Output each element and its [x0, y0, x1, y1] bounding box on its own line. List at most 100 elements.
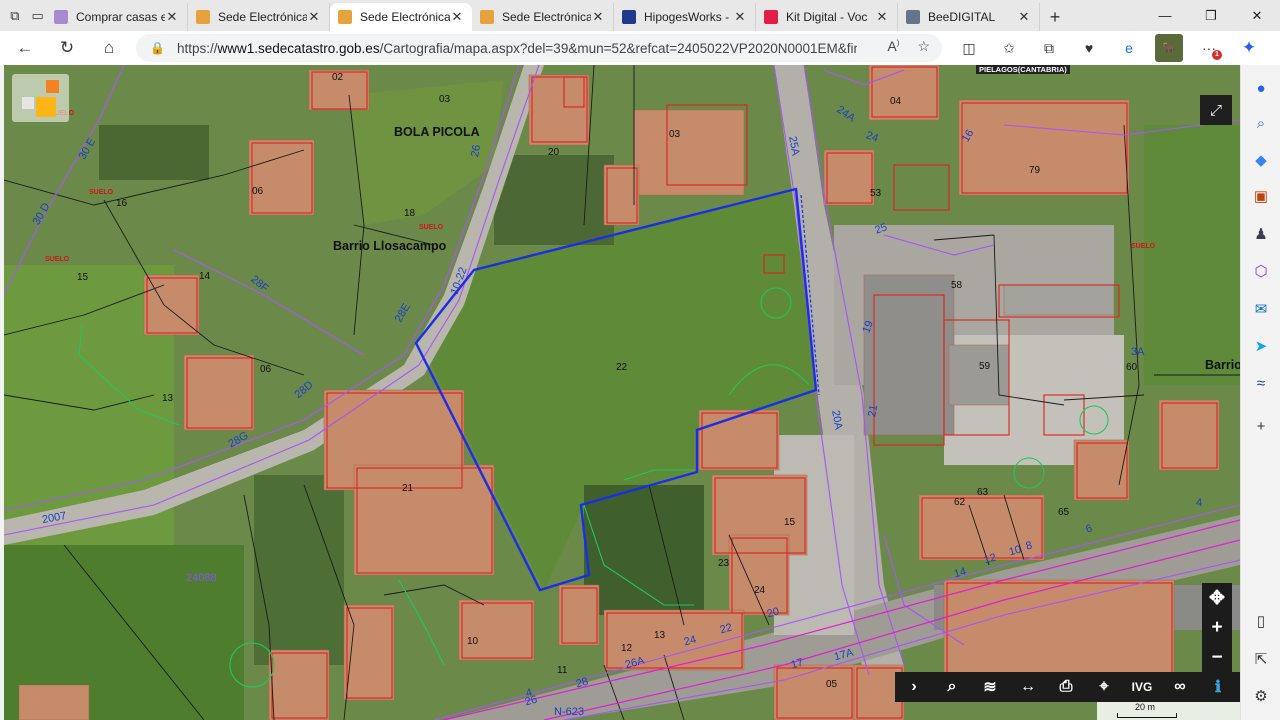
tab-favicon-icon	[54, 10, 68, 24]
minimize-icon[interactable]: —	[1142, 0, 1188, 31]
browser-toolbar: ← ↻ ⌂ 🔒 https://www1.sedecatastro.gob.es…	[0, 31, 1280, 65]
tab-close-icon[interactable]: ✕	[875, 9, 889, 25]
location-icon[interactable]: ●	[1250, 77, 1272, 99]
collections-icon[interactable]: ⧉	[1035, 34, 1063, 62]
zoom-out-button[interactable]: −	[1202, 643, 1232, 673]
roof-28	[18, 684, 90, 720]
tab-title: Sede Electrónica	[502, 10, 591, 24]
print-icon[interactable]: ⎙	[1047, 672, 1085, 702]
parcel-number: 06	[252, 186, 264, 197]
info-icon[interactable]: ℹ	[1199, 672, 1237, 702]
ivg-button[interactable]: IVG	[1123, 672, 1161, 702]
roof-5	[958, 99, 1130, 196]
tab-favicon-icon	[764, 10, 778, 24]
browser-tab[interactable]: Comprar casas e ✕	[46, 3, 188, 31]
browser-tab[interactable]: Sede Electrónica ✕	[188, 3, 330, 31]
minus-icon: −	[1211, 647, 1223, 668]
layers-icon[interactable]: ≋	[971, 672, 1009, 702]
new-tab-button[interactable]: +	[1040, 3, 1070, 31]
tools-icon[interactable]: ▣	[1250, 185, 1272, 207]
fullscreen-button[interactable]: ⤢	[1200, 95, 1232, 125]
browser-tab[interactable]: Sede Electrónica ✕	[472, 3, 614, 31]
split-screen-icon[interactable]: ◫	[955, 34, 983, 62]
sidebar-panel-icon[interactable]: ▯	[1250, 610, 1272, 632]
map-canvas[interactable]	[4, 65, 1240, 720]
close-window-icon[interactable]: ✕	[1234, 0, 1280, 31]
parcel-number: 03	[669, 129, 681, 140]
tab-strip: ⧉ ▭ Comprar casas e ✕ Sede Electrónica ✕ Sed…	[0, 0, 1280, 31]
tab-favicon-icon	[906, 10, 920, 24]
tab-favicon-icon	[622, 10, 636, 24]
home-button[interactable]: ⌂	[88, 31, 130, 65]
profile-avatar[interactable]: 🐂	[1155, 34, 1183, 62]
browser-tab[interactable]: BeeDIGITAL ✕	[898, 3, 1040, 31]
parcel-number: 11	[557, 665, 568, 676]
games-icon[interactable]: ♟	[1250, 223, 1272, 245]
restore-icon[interactable]: ❐	[1188, 0, 1234, 31]
refresh-button[interactable]: ↻	[46, 31, 88, 65]
parcel-number: 63	[977, 487, 989, 498]
tab-close-icon[interactable]: ✕	[591, 9, 605, 25]
workspaces: ⧉ ▭	[0, 0, 46, 31]
tab-actions-icon[interactable]: ▭	[32, 8, 44, 24]
measure-icon[interactable]: ↔	[1009, 672, 1047, 702]
roof-3	[633, 109, 745, 196]
toolbar-actions: ◫ ✩ ⧉ ♥ e 🐂 ··· 1 ✦	[955, 31, 1263, 65]
shopping-tag-icon[interactable]: ◆	[1250, 149, 1272, 171]
browser-essentials-icon[interactable]: ♥	[1075, 34, 1103, 62]
tab-close-icon[interactable]: ✕	[165, 9, 179, 25]
tab-close-icon[interactable]: ✕	[450, 9, 464, 25]
parcel-number: 13	[654, 630, 666, 641]
add-app-icon[interactable]: +	[1250, 415, 1272, 437]
tab-title: Comprar casas e	[76, 10, 165, 24]
url-text[interactable]: https://www1.sedecatastro.gob.es/Cartogr…	[177, 41, 857, 56]
browser-tab[interactable]: Kit Digital - Voc ✕	[756, 3, 898, 31]
browser-tab[interactable]: Sede Electrónica ✕	[330, 3, 472, 31]
tab-close-icon[interactable]: ✕	[1017, 9, 1031, 25]
address-bar[interactable]: 🔒 https://www1.sedecatastro.gob.es/Carto…	[136, 34, 942, 62]
street-number: 21	[866, 403, 881, 419]
hipoges-icon[interactable]: ≈	[1250, 372, 1272, 394]
extensions-icon[interactable]: ··· 1	[1195, 34, 1223, 62]
outlook-icon[interactable]: ✉	[1250, 298, 1272, 320]
search-icon[interactable]: ⌕	[933, 672, 971, 702]
cadastre-map[interactable]: BOLA PICOLA Barrio Llosacampo Barrio 02 03 20…	[4, 65, 1240, 720]
tab-close-icon[interactable]: ✕	[307, 9, 321, 25]
locate-icon: ✥	[1209, 587, 1225, 609]
back-button[interactable]: ←	[4, 31, 46, 65]
microsoft365-icon[interactable]: ⬡	[1250, 260, 1272, 282]
roof-20	[918, 494, 1045, 561]
tab-title: HipogesWorks -	[644, 10, 730, 24]
binoculars-icon[interactable]: ∞	[1161, 672, 1199, 702]
tab-close-icon[interactable]: ✕	[733, 9, 747, 25]
browser-tab[interactable]: HipogesWorks - ✕	[614, 3, 756, 31]
locate-button[interactable]: ✥	[1202, 583, 1232, 613]
street-number: 4	[1196, 497, 1203, 509]
coordinates-icon[interactable]: ⌖	[1085, 672, 1123, 702]
parcel-number: 65	[1058, 507, 1070, 518]
lock-icon[interactable]: 🔒	[150, 41, 165, 55]
tab-title: Sede Electrónica	[218, 10, 307, 24]
send-icon[interactable]: ➤	[1250, 335, 1272, 357]
place-label: BOLA PICOLA	[394, 125, 480, 139]
workspaces-icon[interactable]: ⧉	[10, 8, 19, 24]
search-icon[interactable]: ⌕	[1250, 112, 1272, 134]
edge-icon[interactable]: e	[1115, 34, 1143, 62]
chevron-right-icon[interactable]: ›	[895, 672, 933, 702]
settings-gear-icon[interactable]: ⚙	[1250, 685, 1272, 707]
scale-bar: 20 m	[1097, 702, 1240, 720]
plot-reference: 24088	[186, 572, 217, 584]
zoom-in-button[interactable]: +	[1202, 613, 1232, 643]
tab-title: BeeDIGITAL	[928, 10, 996, 24]
copilot-icon[interactable]: ✦	[1235, 34, 1263, 62]
tree-shadow-1	[99, 125, 209, 180]
parcel-number: 23	[718, 558, 730, 569]
edge-sidebar: ● ⌕ ◆ ▣ ♟ ⬡ ✉ ➤ ≈ + ▯ ⇱ ⚙	[1240, 65, 1280, 720]
external-open-icon[interactable]: ⇱	[1250, 648, 1272, 670]
street-number: 3A	[1131, 346, 1145, 358]
favorites-icon[interactable]: ✩	[995, 34, 1023, 62]
parcel-number: 06	[260, 364, 272, 375]
favorite-star-icon[interactable]: ☆	[917, 38, 930, 55]
read-aloud-icon[interactable]: A)	[887, 38, 899, 55]
land-use-label: SUELO	[45, 256, 70, 263]
